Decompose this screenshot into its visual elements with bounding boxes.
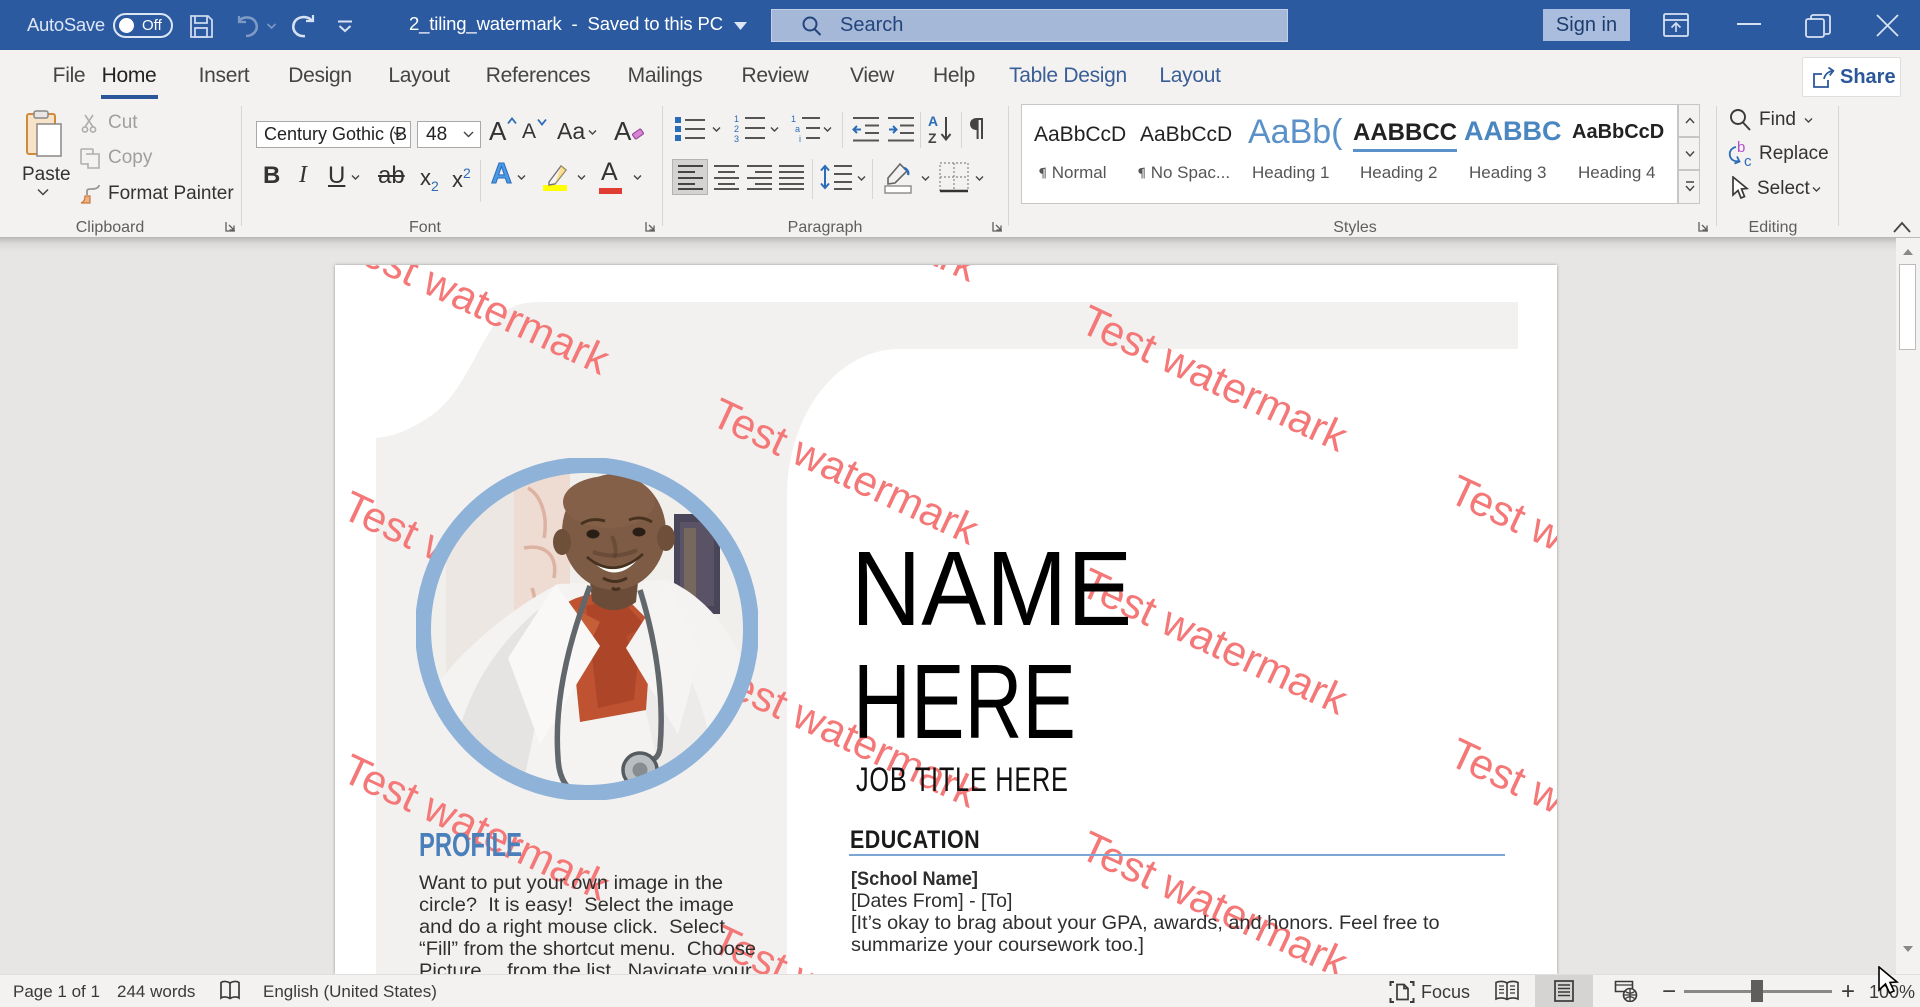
svg-text:2: 2 <box>734 124 739 134</box>
svg-text:1: 1 <box>734 114 739 124</box>
svg-text:c: c <box>1744 153 1752 168</box>
svg-text:Z: Z <box>928 130 937 145</box>
svg-text:1: 1 <box>791 114 796 124</box>
svg-text:A: A <box>928 113 938 129</box>
svg-text:i: i <box>799 134 801 144</box>
svg-text:a: a <box>795 124 800 134</box>
svg-text:3: 3 <box>734 134 739 144</box>
